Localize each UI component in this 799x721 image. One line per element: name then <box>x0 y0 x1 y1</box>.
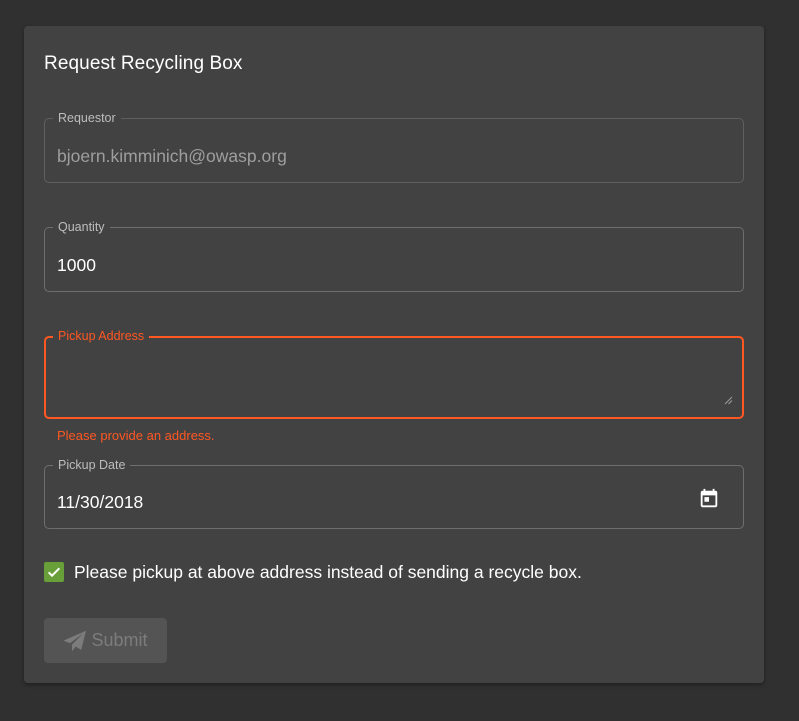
pickup-address-label: Pickup Address <box>53 327 150 345</box>
recycle-request-card: Request Recycling Box Requestor bjoern.k… <box>24 26 764 683</box>
pickup-checkbox-row[interactable]: Please pickup at above address instead o… <box>44 561 582 583</box>
requestor-value: bjoern.kimminich@owasp.org <box>57 146 287 166</box>
resize-grip-icon[interactable] <box>724 396 733 405</box>
requestor-field: Requestor bjoern.kimminich@owasp.org <box>44 109 744 183</box>
quantity-field[interactable]: Quantity 1000 <box>44 218 744 292</box>
send-icon <box>63 630 87 652</box>
pickup-date-field[interactable]: Pickup Date 11/30/2018 <box>44 456 744 529</box>
submit-label: Submit <box>91 630 148 650</box>
calendar-icon[interactable] <box>698 488 720 510</box>
quantity-label: Quantity <box>53 218 110 236</box>
pickup-date-label: Pickup Date <box>53 456 131 474</box>
card-title: Request Recycling Box <box>44 53 243 74</box>
requestor-label: Requestor <box>53 109 121 127</box>
pickup-date-input[interactable]: 11/30/2018 <box>57 492 143 512</box>
pickup-checkbox-label[interactable]: Please pickup at above address instead o… <box>74 562 582 583</box>
pickup-checkbox[interactable] <box>44 562 64 582</box>
quantity-input[interactable]: 1000 <box>57 255 96 275</box>
pickup-address-field[interactable]: Pickup Address <box>44 327 744 419</box>
submit-button[interactable]: Submit <box>44 618 167 663</box>
pickup-address-error: Please provide an address. <box>57 428 215 443</box>
checkmark-icon <box>47 567 61 578</box>
